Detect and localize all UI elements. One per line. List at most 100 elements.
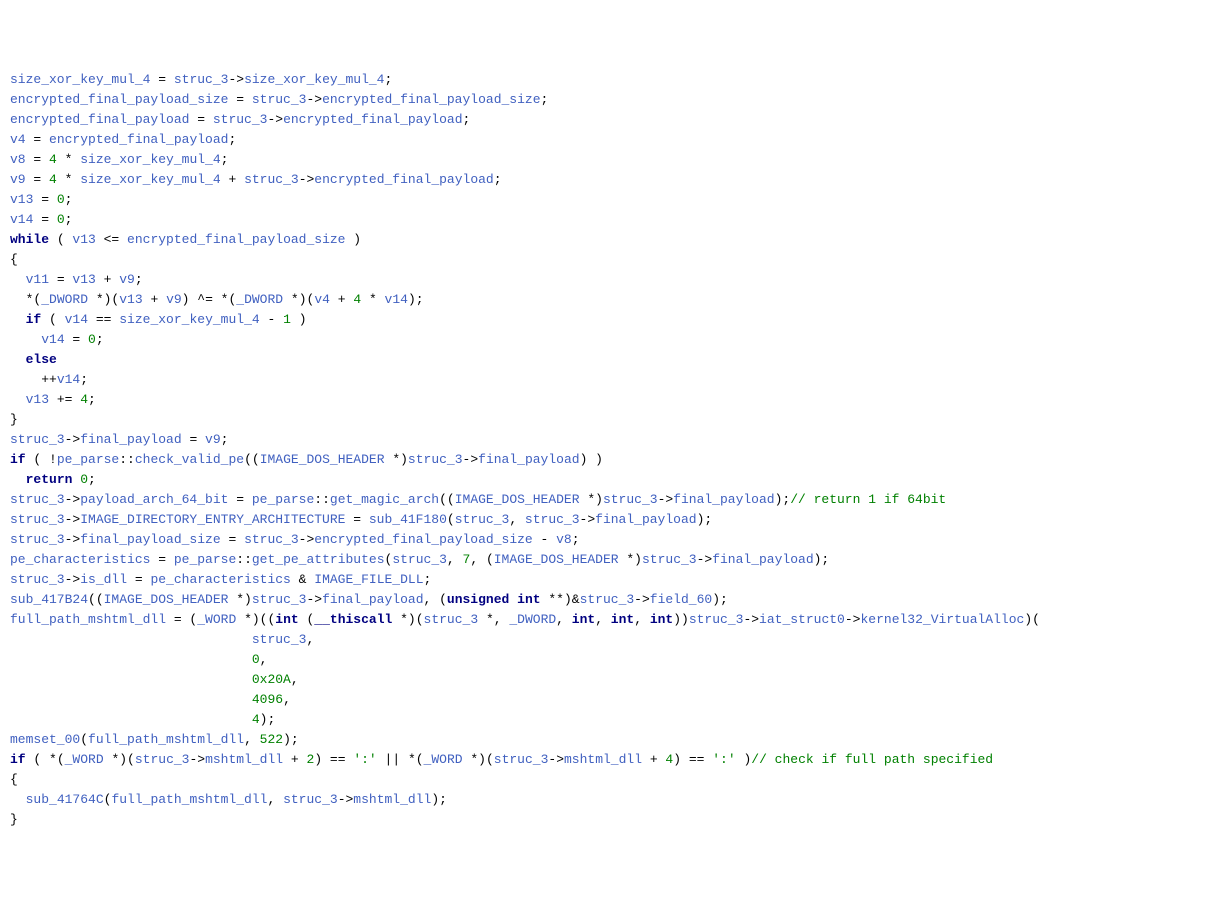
token-var: mshtml_dll (353, 792, 431, 807)
code-line[interactable]: v13 += 4; (10, 390, 1205, 410)
code-line[interactable]: full_path_mshtml_dll = (_WORD *)((int (_… (10, 610, 1205, 630)
code-line[interactable]: struc_3->final_payload = v9; (10, 430, 1205, 450)
code-line[interactable]: v14 = 0; (10, 330, 1205, 350)
code-line[interactable]: if ( v14 == size_xor_key_mul_4 - 1 ) (10, 310, 1205, 330)
token-op: *)( (392, 612, 423, 627)
code-line[interactable]: struc_3->payload_arch_64_bit = pe_parse:… (10, 490, 1205, 510)
code-line[interactable]: while ( v13 <= encrypted_final_payload_s… (10, 230, 1205, 250)
code-line[interactable]: v9 = 4 * size_xor_key_mul_4 + struc_3->e… (10, 170, 1205, 190)
code-line[interactable]: v8 = 4 * size_xor_key_mul_4; (10, 150, 1205, 170)
token-var: struc_3 (424, 612, 479, 627)
token-op: ); (697, 512, 713, 527)
token-op: , (556, 612, 572, 627)
code-line[interactable]: struc_3, (10, 630, 1205, 650)
token-var: v13 (26, 392, 49, 407)
code-line[interactable]: struc_3->is_dll = pe_characteristics & I… (10, 570, 1205, 590)
code-line[interactable]: 0x20A, (10, 670, 1205, 690)
token-op: ( ! (26, 452, 57, 467)
token-op: *)(( (236, 612, 275, 627)
token-var: field_60 (650, 592, 712, 607)
token-op: -> (65, 512, 81, 527)
token-op: ; (572, 532, 580, 547)
code-line[interactable]: struc_3->final_payload_size = struc_3->e… (10, 530, 1205, 550)
code-line[interactable]: } (10, 810, 1205, 830)
token-op: (( (244, 452, 260, 467)
token-op: ( (80, 732, 88, 747)
token-op: ; (221, 432, 229, 447)
token-op: -> (65, 532, 81, 547)
token-op: , (447, 552, 463, 567)
code-line[interactable]: ++v14; (10, 370, 1205, 390)
token-op: ) ^= *( (182, 292, 237, 307)
code-line[interactable]: size_xor_key_mul_4 = struc_3->size_xor_k… (10, 70, 1205, 90)
token-op: = ( (166, 612, 197, 627)
token-op: :: (119, 452, 135, 467)
token-kw: __thiscall (314, 612, 392, 627)
token-op (10, 692, 252, 707)
token-var: v13 (72, 272, 95, 287)
code-line[interactable]: struc_3->IMAGE_DIRECTORY_ENTRY_ARCHITECT… (10, 510, 1205, 530)
token-op: -> (65, 432, 81, 447)
code-line[interactable]: sub_417B24((IMAGE_DOS_HEADER *)struc_3->… (10, 590, 1205, 610)
token-op (10, 392, 26, 407)
code-line[interactable]: v13 = 0; (10, 190, 1205, 210)
token-op: ); (775, 492, 791, 507)
token-var: struc_3 (252, 592, 307, 607)
token-kw: int (275, 612, 298, 627)
code-line[interactable]: { (10, 250, 1205, 270)
token-op: -> (548, 752, 564, 767)
code-line[interactable]: 4); (10, 710, 1205, 730)
token-var: final_payload (322, 592, 423, 607)
token-var: v14 (65, 312, 88, 327)
token-num: 4096 (252, 692, 283, 707)
token-op: ) == (314, 752, 353, 767)
code-line[interactable]: pe_characteristics = pe_parse::get_pe_at… (10, 550, 1205, 570)
token-op: , (244, 732, 260, 747)
token-var: final_payload (478, 452, 579, 467)
code-line[interactable]: { (10, 770, 1205, 790)
code-line[interactable]: v11 = v13 + v9; (10, 270, 1205, 290)
token-var: struc_3 (213, 112, 268, 127)
token-var: mshtml_dll (205, 752, 283, 767)
token-var: iat_struct0 (759, 612, 845, 627)
token-op: ); (283, 732, 299, 747)
code-line[interactable]: v14 = 0; (10, 210, 1205, 230)
code-line[interactable]: encrypted_final_payload_size = struc_3->… (10, 90, 1205, 110)
decompiled-code-view[interactable]: size_xor_key_mul_4 = struc_3->size_xor_k… (10, 70, 1205, 830)
token-num: 1 (283, 312, 291, 327)
code-line[interactable]: return 0; (10, 470, 1205, 490)
code-line[interactable]: 0, (10, 650, 1205, 670)
code-line[interactable]: else (10, 350, 1205, 370)
code-line[interactable]: encrypted_final_payload = struc_3->encry… (10, 110, 1205, 130)
code-line[interactable]: } (10, 410, 1205, 430)
token-type: IMAGE_DOS_HEADER (104, 592, 229, 607)
token-var: v11 (26, 272, 49, 287)
token-op: ; (221, 152, 229, 167)
token-op: = (228, 492, 251, 507)
token-num: 0 (57, 192, 65, 207)
token-op: = (33, 212, 56, 227)
token-var: encrypted_final_payload_size (127, 232, 345, 247)
token-var: v9 (205, 432, 221, 447)
token-var: full_path_mshtml_dll (10, 612, 166, 627)
code-line[interactable]: *(_DWORD *)(v13 + v9) ^= *(_DWORD *)(v4 … (10, 290, 1205, 310)
token-op: * (57, 152, 80, 167)
token-var: final_payload_size (80, 532, 220, 547)
token-var: v9 (166, 292, 182, 307)
code-line[interactable]: v4 = encrypted_final_payload; (10, 130, 1205, 150)
token-var: size_xor_key_mul_4 (119, 312, 259, 327)
token-op: ); (408, 292, 424, 307)
code-line[interactable]: if ( *(_WORD *)(struc_3->mshtml_dll + 2)… (10, 750, 1205, 770)
code-line[interactable]: memset_00(full_path_mshtml_dll, 522); (10, 730, 1205, 750)
code-line[interactable]: 4096, (10, 690, 1205, 710)
token-op (10, 352, 26, 367)
code-line[interactable]: sub_41764C(full_path_mshtml_dll, struc_3… (10, 790, 1205, 810)
token-op: -> (65, 492, 81, 507)
token-var: struc_3 (525, 512, 580, 527)
token-op: - (533, 532, 556, 547)
code-line[interactable]: if ( !pe_parse::check_valid_pe((IMAGE_DO… (10, 450, 1205, 470)
token-op: ); (814, 552, 830, 567)
token-op: ( (104, 792, 112, 807)
token-var: v4 (10, 132, 26, 147)
token-type: _DWORD (236, 292, 283, 307)
